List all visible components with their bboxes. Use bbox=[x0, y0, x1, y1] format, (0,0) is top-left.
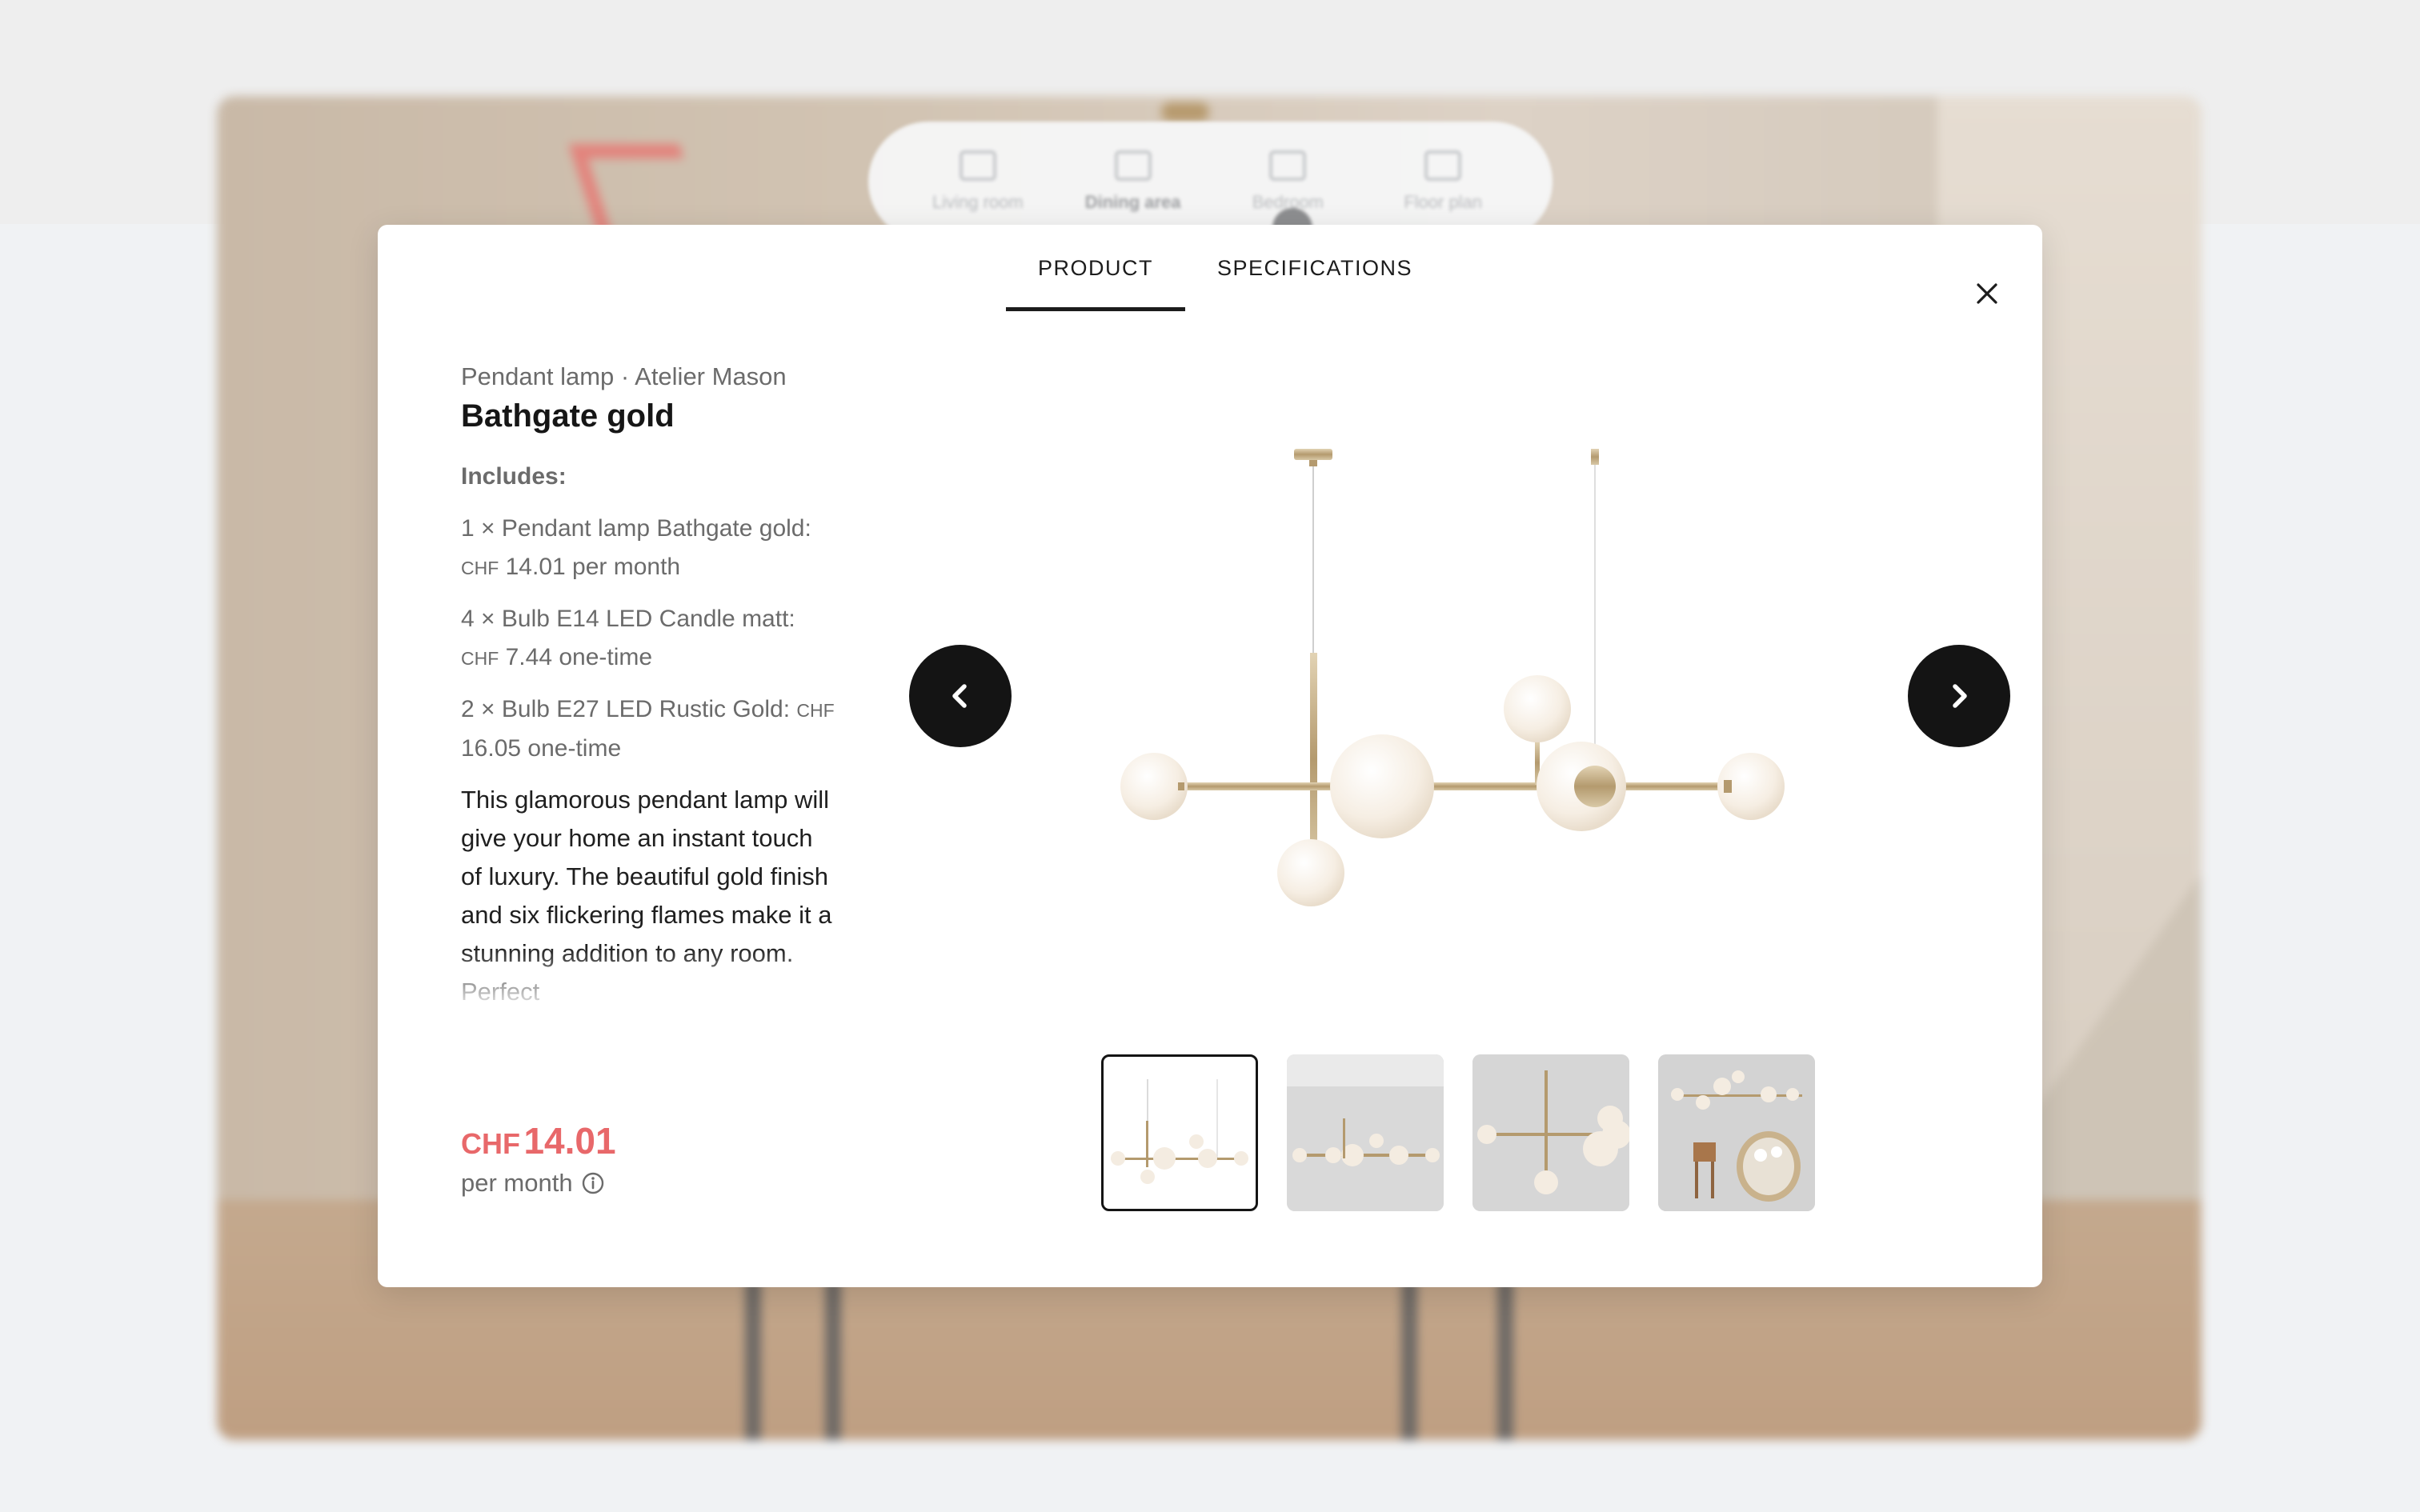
price-currency: CHF bbox=[461, 1127, 520, 1160]
includes-heading: Includes: bbox=[461, 463, 567, 490]
room-nav-label: Floor plan bbox=[1404, 192, 1483, 212]
thumbnail-image bbox=[1287, 1054, 1444, 1211]
includes-item-text: 4 × Bulb E14 LED Candle matt: bbox=[461, 606, 795, 632]
price-period: per month bbox=[461, 1169, 605, 1198]
thumbnail-4[interactable] bbox=[1658, 1054, 1815, 1211]
product-modal: PRODUCT SPECIFICATIONS Pendant lamp · At… bbox=[378, 225, 2042, 1287]
gallery-next-button[interactable] bbox=[1908, 645, 2010, 747]
tab-product[interactable]: PRODUCT bbox=[1006, 225, 1185, 311]
includes-item: 1 × Pendant lamp Bathgate gold: CHF 14.0… bbox=[461, 510, 837, 587]
includes-item-text: 1 × Pendant lamp Bathgate gold: bbox=[461, 515, 811, 542]
room-nav-item-dining-area[interactable]: Dining area bbox=[1061, 150, 1205, 213]
gallery-prev-button[interactable] bbox=[909, 645, 1012, 747]
chevron-right-icon bbox=[1953, 684, 1967, 708]
chair-leg bbox=[1401, 1280, 1417, 1440]
room-nav-item-bedroom[interactable]: Bedroom bbox=[1216, 150, 1360, 213]
chair-leg bbox=[745, 1280, 761, 1440]
bed-icon bbox=[1269, 150, 1307, 181]
product-main-image bbox=[1120, 449, 1785, 906]
includes-item-currency: CHF bbox=[461, 558, 499, 578]
room-nav-label: Dining area bbox=[1084, 192, 1181, 212]
product-title: Bathgate gold bbox=[461, 398, 675, 434]
thumbnail-1[interactable] bbox=[1101, 1054, 1258, 1211]
dining-table-icon bbox=[1114, 150, 1152, 181]
price-amount: 14.01 bbox=[523, 1120, 616, 1162]
sofa-icon bbox=[959, 150, 996, 181]
ceiling-lamp bbox=[1161, 102, 1209, 122]
chair-leg bbox=[825, 1280, 841, 1440]
room-nav-pill: Living room Dining area Bedroom Floor pl… bbox=[868, 122, 1553, 248]
chair-leg bbox=[1497, 1280, 1513, 1440]
includes-item-currency: CHF bbox=[796, 700, 835, 721]
product-category: Pendant lamp · Atelier Mason bbox=[461, 362, 787, 390]
floor-plan-icon bbox=[1424, 150, 1462, 181]
includes-item-price: 16.05 one-time bbox=[461, 735, 622, 762]
product-info: Pendant lamp · Atelier Mason Bathgate go… bbox=[461, 361, 837, 1003]
includes-item-price: 7.44 one-time bbox=[499, 644, 653, 670]
tab-specifications[interactable]: SPECIFICATIONS bbox=[1185, 225, 1444, 311]
includes-item: 4 × Bulb E14 LED Candle matt: CHF 7.44 o… bbox=[461, 600, 837, 678]
includes-item-text: 2 × Bulb E27 LED Rustic Gold: bbox=[461, 696, 797, 722]
price-period-label: per month bbox=[461, 1169, 573, 1197]
includes-item-currency: CHF bbox=[461, 648, 499, 669]
room-nav-item-living-room[interactable]: Living room bbox=[906, 150, 1050, 213]
includes-item: 2 × Bulb E27 LED Rustic Gold: CHF 16.05 … bbox=[461, 690, 837, 768]
chevron-left-icon bbox=[952, 684, 967, 708]
thumbnail-strip bbox=[1101, 1054, 1815, 1211]
room-nav-label: Living room bbox=[932, 192, 1024, 212]
thumbnail-image bbox=[1111, 1079, 1248, 1184]
includes-item-price: 14.01 per month bbox=[499, 554, 681, 580]
includes-list: 1 × Pendant lamp Bathgate gold: CHF 14.0… bbox=[461, 510, 837, 768]
product-price: CHF 14.01 bbox=[461, 1119, 616, 1162]
thumbnail-image bbox=[1472, 1054, 1629, 1211]
close-button[interactable] bbox=[1966, 273, 2008, 314]
room-nav-item-floor-plan[interactable]: Floor plan bbox=[1371, 150, 1515, 213]
info-icon[interactable] bbox=[581, 1171, 605, 1195]
thumbnail-3[interactable] bbox=[1472, 1054, 1629, 1211]
thumbnail-2[interactable] bbox=[1287, 1054, 1444, 1211]
thumbnail-image bbox=[1658, 1054, 1815, 1211]
description-fade bbox=[461, 947, 837, 1003]
description-scroll-area[interactable]: This glamorous pendant lamp will give yo… bbox=[461, 781, 837, 1003]
modal-tabs: PRODUCT SPECIFICATIONS bbox=[1006, 225, 1444, 311]
close-icon bbox=[1977, 283, 1997, 304]
